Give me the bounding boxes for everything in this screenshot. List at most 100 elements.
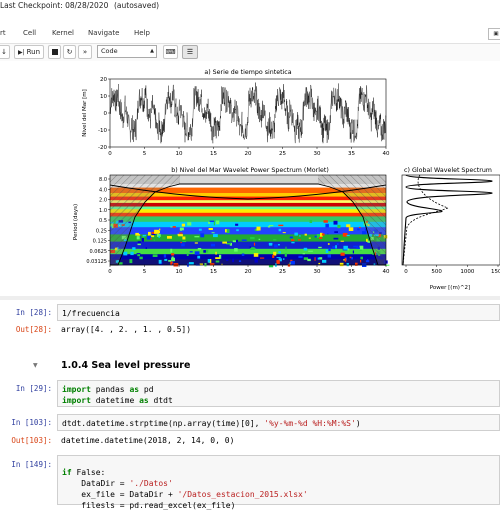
step-forward-icon: ▶| [17,48,25,56]
spectrum-patch [322,259,327,263]
toggle-toc-button[interactable]: ☰ [182,45,198,59]
spectrum-patch [148,231,151,236]
spectrum-patch [260,257,265,259]
spectrum-patch [141,237,144,242]
spectrum-patch [135,232,139,236]
interrupt-button[interactable] [48,45,61,59]
move-down-button[interactable]: ↓ [0,45,10,59]
spectrum-patch [336,243,339,245]
spectrum-patch [182,241,187,243]
spectrum-patch [168,260,171,262]
input-prompt-28: In [28]: [15,308,52,317]
code-cell-29[interactable]: import pandas as pd import datetime as d… [57,380,500,407]
menu-item-cell[interactable]: Cell [23,29,36,37]
run-label: Run [26,48,41,56]
spectrum-patch [194,251,200,255]
spectrum-patch [215,260,220,263]
x-tick-label: 25 [279,269,286,275]
keyword: if [62,468,72,477]
spectrum-patch [323,220,328,223]
spectrum-patch [333,220,338,225]
output-prompt-28: Out[28]: [15,325,52,334]
input-prompt-29: In [29]: [15,384,52,393]
spectrum-patch [321,233,325,236]
x-tick-label: 1500 [491,269,500,275]
code-text: filesls = pd.read_excel(ex_file) [62,501,236,510]
spectrum-patch [152,254,158,257]
restart-button[interactable]: ↻ [63,45,76,59]
spectrum-patch [348,227,354,231]
x-tick-label: 15 [210,151,217,157]
spectrum-band [110,200,386,204]
spectrum-patch [356,247,360,249]
spectrum-patch [269,225,274,227]
cell-type-value: Code [101,47,118,55]
output-text-28: array([4. , 2. , 1. , 0.5]) [61,325,192,334]
x-tick-label: 0 [404,269,408,275]
spectrum-patch [303,247,308,251]
spectrum-patch [232,240,236,243]
spectrum-patch [180,229,182,231]
spectrum-patch [357,228,360,231]
spectrum-patch [314,257,316,261]
cell-type-select[interactable]: Code ▲ [97,45,157,58]
spectrum-patch [278,244,280,246]
menu-item-insert[interactable]: rt [0,29,6,37]
spectrum-patch [215,257,220,259]
spectrum-patch [210,243,215,247]
spectrum-patch [181,243,185,247]
panel-c-xlabel: Power [(m)^2] [430,285,470,291]
y-tick-label: 0.03125 [86,259,107,265]
spectrum-patch [203,250,206,253]
code-cell-103[interactable]: dtdt.datetime.strptime(np.array(time)[0]… [57,414,500,431]
spectrum-patch [344,258,347,262]
spectrum-patch [198,228,202,231]
spectrum-patch [288,224,290,227]
spectrum-patch [346,224,351,228]
spectrum-patch [226,259,229,261]
spectrum-patch [304,233,307,236]
spectrum-patch [172,226,176,228]
spectrum-patch [254,259,258,263]
code-text: 1/frecuencia [62,309,120,318]
code-text: pd [139,385,154,394]
spectrum-patch [302,253,305,255]
x-tick-label: 25 [279,151,286,157]
spectrum-patch [298,255,303,258]
x-tick-label: 20 [245,269,252,275]
command-palette-button[interactable]: ⌨ [163,45,178,59]
spectrum-patch [366,238,368,242]
spectrum-patch [186,253,189,256]
keyboard-icon: ⌨ [165,48,176,56]
y-tick-label: 0.25 [96,228,107,234]
code-cell-149[interactable]: if False: DataDir = './Datos' ex_file = … [57,455,500,510]
spectrum-patch [282,232,286,234]
chevron-down-icon: ▲ [150,48,154,54]
collapse-heading-icon[interactable]: ▼ [33,362,38,369]
spectrum-patch [318,246,322,249]
x-tick-label: 40 [383,269,390,275]
spectrum-patch [340,252,345,256]
code-text: dtdt [148,396,173,405]
spectrum-patch [150,238,152,240]
menu-item-navigate[interactable]: Navigate [88,29,119,37]
spectrum-patch [318,262,321,265]
figure-output: a) Serie de tiempo sintetica 0 5 10 15 20 25 3… [60,62,500,292]
x-tick-label: 5 [143,269,147,275]
run-button[interactable]: ▶| Run [14,45,44,59]
checkpoint-text: Last Checkpoint: 08/28/2020 [0,1,109,10]
spectrum-patch [284,253,287,257]
spectrum-patch [339,262,344,267]
restart-run-all-button[interactable]: » [78,45,92,59]
menu-item-kernel[interactable]: Kernel [52,29,74,37]
spectrum-patch [308,250,313,252]
spectrum-patch [208,228,213,230]
y-tick-label: 0.125 [93,239,107,245]
spectrum-patch [327,233,329,235]
wavelet-spectrum-heatmap [109,175,390,268]
spectrum-patch [182,236,186,240]
menu-item-help[interactable]: Help [134,29,150,37]
code-cell-28[interactable]: 1/frecuencia [57,304,500,321]
spectrum-band [110,212,386,217]
spectrum-patch [215,220,220,225]
